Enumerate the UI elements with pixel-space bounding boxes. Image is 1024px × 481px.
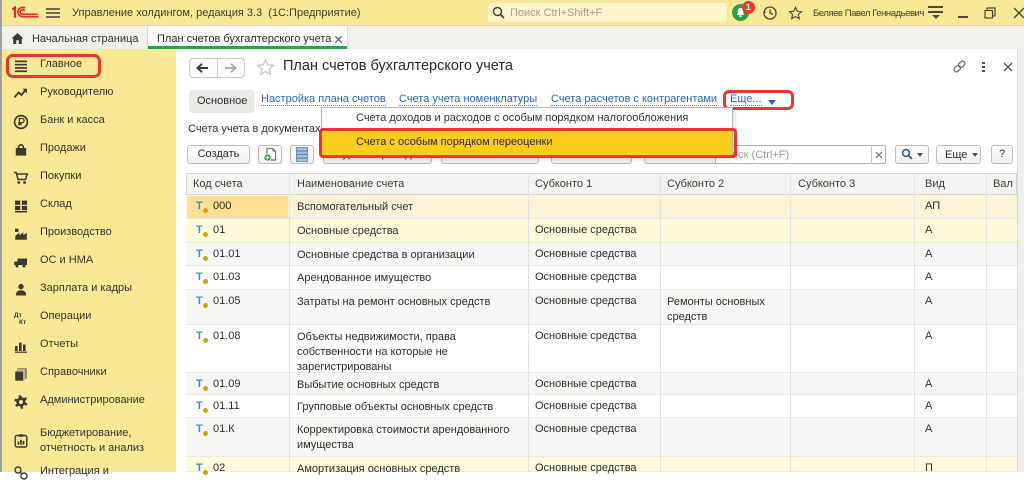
svg-text:Кт: Кт — [19, 319, 26, 326]
svg-text:Дт: Дт — [14, 312, 22, 319]
